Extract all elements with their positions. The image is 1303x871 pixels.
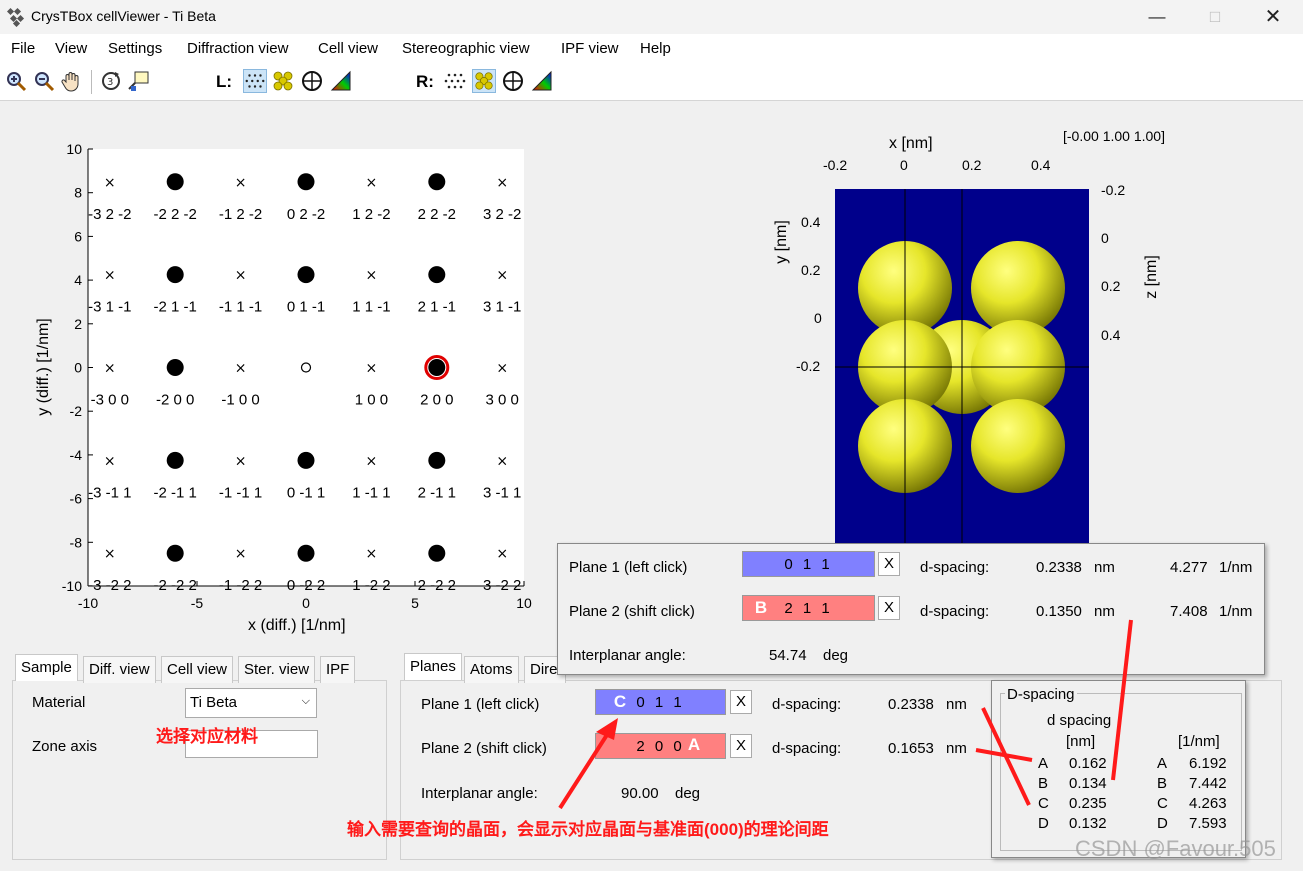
plane-annotation: 输入需要查询的晶面，会显示对应晶面与基准面(000)的理论间距 bbox=[347, 820, 829, 839]
annotation-arrows bbox=[558, 619, 1133, 810]
watermark: CSDN @Favour.505 bbox=[1075, 836, 1276, 861]
